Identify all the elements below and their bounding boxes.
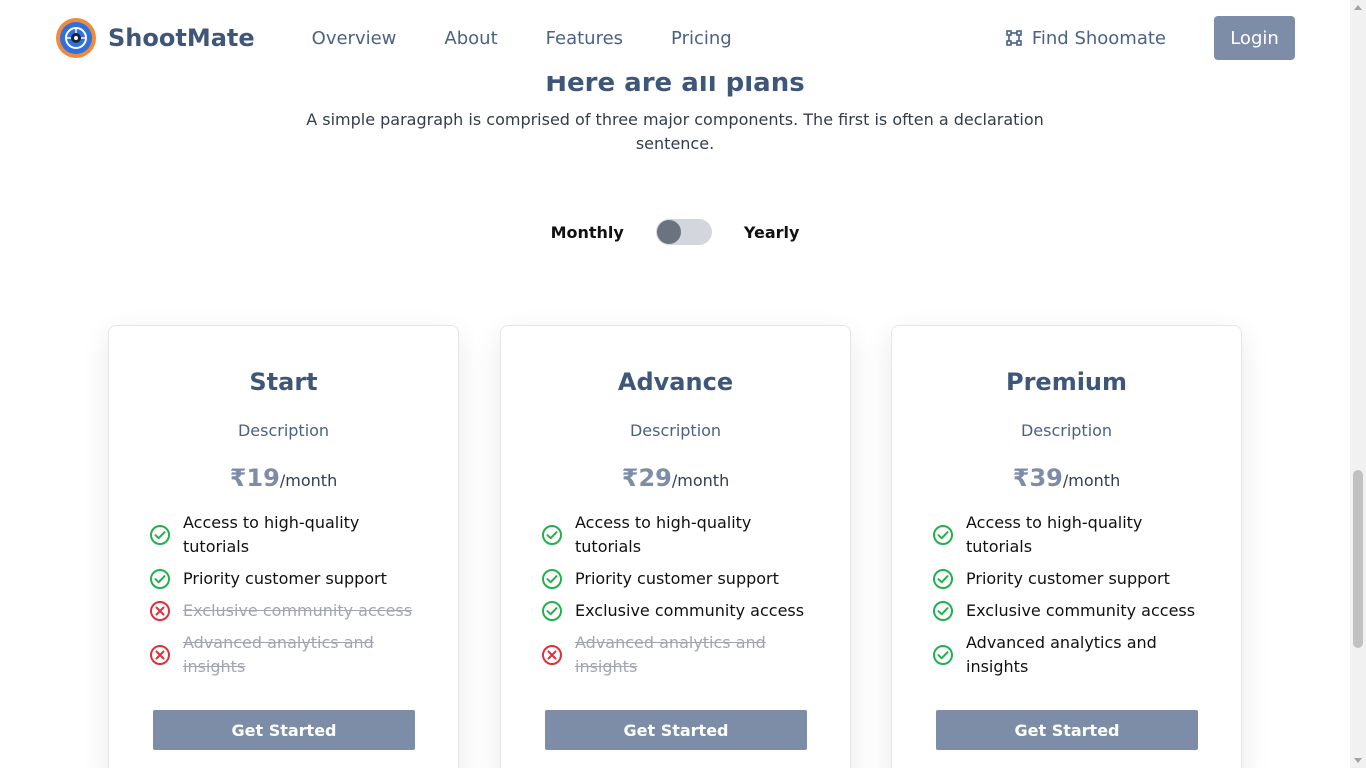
feature-item: Priority customer support bbox=[541, 567, 821, 591]
plan-name: Start bbox=[249, 368, 318, 396]
plan-features: Access to high-quality tutorials Priority… bbox=[149, 511, 429, 687]
monthly-label[interactable]: Monthly bbox=[551, 223, 624, 242]
plan-features: Access to high-quality tutorials Priority… bbox=[932, 511, 1212, 687]
feature-item: Exclusive community access bbox=[541, 599, 821, 623]
feature-item: Priority customer support bbox=[932, 567, 1212, 591]
check-circle-icon bbox=[541, 568, 563, 590]
feature-text: Exclusive community access bbox=[183, 601, 413, 620]
plans-subtitle: A simple paragraph is comprised of three… bbox=[306, 110, 1044, 153]
feature-text: Access to high-quality tutorials bbox=[183, 513, 360, 556]
get-started-button[interactable]: Get Started bbox=[153, 710, 415, 750]
plan-features: Access to high-quality tutorials Priority… bbox=[541, 511, 821, 687]
plan-name: Premium bbox=[1005, 368, 1128, 396]
plan-description: Description bbox=[237, 421, 330, 440]
nav-link-about[interactable]: About bbox=[444, 28, 497, 49]
plan-name: Advance bbox=[617, 368, 734, 396]
plan-card-start: Start Description ₹19/month Access to high-… bbox=[108, 325, 459, 768]
x-circle-icon bbox=[149, 600, 171, 622]
nav-links: Overview About Features Pricing bbox=[312, 28, 780, 49]
check-circle-icon bbox=[932, 600, 954, 622]
feature-text: Access to high-quality tutorials bbox=[575, 513, 752, 556]
feature-text: Priority customer support bbox=[575, 569, 779, 588]
switch-knob bbox=[656, 220, 681, 244]
scroll-up-arrow-icon[interactable] bbox=[1354, 5, 1362, 10]
check-circle-icon bbox=[149, 568, 171, 590]
brand-name: ShootMate bbox=[108, 24, 255, 52]
plan-price-amount: ₹29 bbox=[621, 464, 672, 492]
login-button[interactable]: Login bbox=[1214, 16, 1295, 60]
plan-description: Description bbox=[1020, 421, 1113, 440]
nav-link-overview[interactable]: Overview bbox=[312, 28, 397, 49]
find-shoomate-link[interactable]: Find Shoomate bbox=[1006, 28, 1166, 49]
feature-text: Advanced analytics and insights bbox=[966, 633, 1157, 676]
find-shoomate-label: Find Shoomate bbox=[1031, 27, 1166, 49]
check-circle-icon bbox=[932, 524, 954, 546]
nav-link-features[interactable]: Features bbox=[546, 28, 623, 49]
get-started-button[interactable]: Get Started bbox=[936, 710, 1198, 750]
plan-price-period: /month bbox=[671, 471, 730, 490]
plan-price: ₹29/month bbox=[501, 464, 850, 492]
feature-item: Advanced analytics and insights bbox=[932, 631, 1212, 679]
vertical-scrollbar[interactable] bbox=[1350, 0, 1366, 768]
plan-price-amount: ₹19 bbox=[229, 464, 280, 492]
check-circle-icon bbox=[149, 524, 171, 546]
billing-toggle-row: Monthly Yearly bbox=[0, 219, 1350, 245]
camera-aperture-logo-icon bbox=[56, 18, 96, 58]
check-circle-icon bbox=[932, 644, 954, 666]
plan-price-period: /month bbox=[1062, 471, 1121, 490]
feature-text: Access to high-quality tutorials bbox=[966, 513, 1143, 556]
plan-price: ₹19/month bbox=[109, 464, 458, 492]
feature-item: Priority customer support bbox=[149, 567, 429, 591]
scan-frame-icon bbox=[1006, 30, 1022, 46]
x-circle-icon bbox=[149, 644, 171, 666]
feature-item: Access to high-quality tutorials bbox=[932, 511, 1212, 559]
feature-text: Priority customer support bbox=[966, 569, 1170, 588]
feature-item: Exclusive community access bbox=[149, 599, 429, 623]
brand-logo[interactable]: ShootMate bbox=[56, 18, 255, 58]
scroll-down-arrow-icon[interactable] bbox=[1354, 758, 1362, 763]
feature-text: Exclusive community access bbox=[575, 601, 805, 620]
feature-text: Advanced analytics and insights bbox=[575, 633, 766, 676]
feature-item: Advanced analytics and insights bbox=[149, 631, 429, 679]
check-circle-icon bbox=[932, 568, 954, 590]
plan-price-amount: ₹39 bbox=[1012, 464, 1063, 492]
plan-card-premium: Premium Description ₹39/month Access to hig… bbox=[891, 325, 1242, 768]
yearly-label[interactable]: Yearly bbox=[744, 223, 800, 242]
feature-text: Advanced analytics and insights bbox=[183, 633, 374, 676]
check-circle-icon bbox=[541, 600, 563, 622]
nav-link-pricing[interactable]: Pricing bbox=[671, 28, 732, 49]
feature-text: Priority customer support bbox=[183, 569, 387, 588]
feature-item: Access to high-quality tutorials bbox=[541, 511, 821, 559]
feature-item: Exclusive community access bbox=[932, 599, 1212, 623]
plan-card-advance: Advance Description ₹29/month Access to hig… bbox=[500, 325, 851, 768]
x-circle-icon bbox=[541, 644, 563, 666]
plan-price-period: /month bbox=[279, 471, 338, 490]
check-circle-icon bbox=[541, 524, 563, 546]
plan-price: ₹39/month bbox=[892, 464, 1241, 492]
top-navbar: ShootMate Overview About Features Pricin… bbox=[0, 0, 1350, 76]
feature-item: Advanced analytics and insights bbox=[541, 631, 821, 679]
billing-period-switch[interactable] bbox=[655, 219, 712, 245]
scrollbar-thumb[interactable] bbox=[1353, 470, 1363, 648]
feature-item: Access to high-quality tutorials bbox=[149, 511, 429, 559]
plan-description: Description bbox=[629, 421, 722, 440]
get-started-button[interactable]: Get Started bbox=[545, 710, 807, 750]
feature-text: Exclusive community access bbox=[966, 601, 1196, 620]
